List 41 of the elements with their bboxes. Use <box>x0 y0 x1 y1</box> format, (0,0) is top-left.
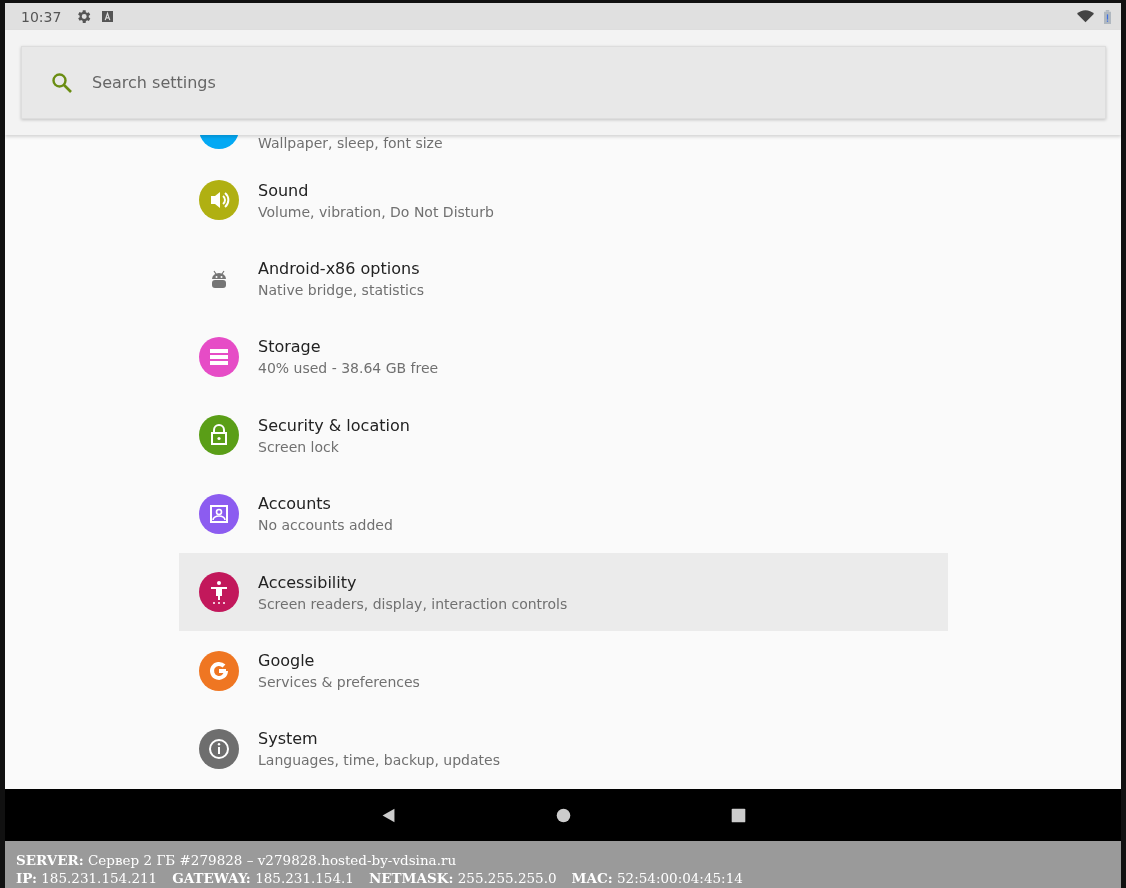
settings-item[interactable]: Android-x86 options Native bridge, statistics <box>179 239 948 318</box>
recents-icon[interactable] <box>729 806 747 824</box>
item-subtitle: Languages, time, backup, updates <box>258 752 500 769</box>
item-subtitle: Native bridge, statistics <box>258 282 424 299</box>
search-input[interactable]: Search settings <box>90 72 1105 93</box>
network-info-text: NETMASK: 255.255.255.0 <box>368 869 557 887</box>
home-icon[interactable] <box>554 806 572 824</box>
item-title: Accessibility <box>258 572 358 592</box>
item-subtitle: Volume, vibration, Do Not Disturb <box>258 203 494 220</box>
network-info-text: IP: 185.231.154.211 <box>16 869 158 887</box>
item-title: Android-x86 options <box>258 259 421 279</box>
search-icon <box>50 70 74 95</box>
settings-item[interactable]: Accessibility Screen readers, display, interaction controls <box>179 552 948 632</box>
settings-item[interactable]: Storage 40% used - 38.64 GB free <box>179 317 948 397</box>
server-info-text: SERVER: Сервер 2 ГБ #279828 – v279828.hosted-by-vdsina.ru <box>16 851 457 869</box>
gear-icon <box>75 8 93 25</box>
network-info-text: GATEWAY: 185.231.154.1 <box>172 869 354 887</box>
item-title: Security & location <box>258 415 410 435</box>
settings-item[interactable]: Security & location Screen lock <box>179 396 948 475</box>
battery-icon <box>1104 9 1111 24</box>
settings-item[interactable]: System Languages, time, backup, updates <box>179 709 948 789</box>
item-subtitle: Screen lock <box>258 438 340 455</box>
wifi-icon <box>1077 8 1094 25</box>
item-title: Google <box>258 651 316 671</box>
settings-item[interactable]: Wallpaper, sleep, font size <box>179 135 948 161</box>
item-subtitle: Services & preferences <box>258 674 420 691</box>
item-subtitle: 40% used - 38.64 GB free <box>258 360 439 377</box>
item-title: System <box>258 729 319 749</box>
search-field[interactable]: Search settings <box>21 46 1106 119</box>
item-subtitle: No accounts added <box>258 517 393 534</box>
item-title: Accounts <box>258 494 332 514</box>
settings-item[interactable]: Google Services & preferences <box>179 631 948 710</box>
clock: 10:37 <box>21 8 62 25</box>
item-title: Storage <box>258 337 322 357</box>
item-subtitle: Wallpaper, sleep, font size <box>258 135 443 151</box>
settings-item[interactable]: Sound Volume, vibration, Do Not Disturb <box>179 161 948 240</box>
settings-item[interactable]: Accounts No accounts added <box>179 474 948 553</box>
item-title: Sound <box>258 180 310 200</box>
network-info-text: MAC: 52:54:00:04:45:14 <box>571 869 743 887</box>
item-subtitle: Screen readers, display, interaction controls <box>258 595 568 612</box>
app-notification-icon <box>102 11 114 22</box>
